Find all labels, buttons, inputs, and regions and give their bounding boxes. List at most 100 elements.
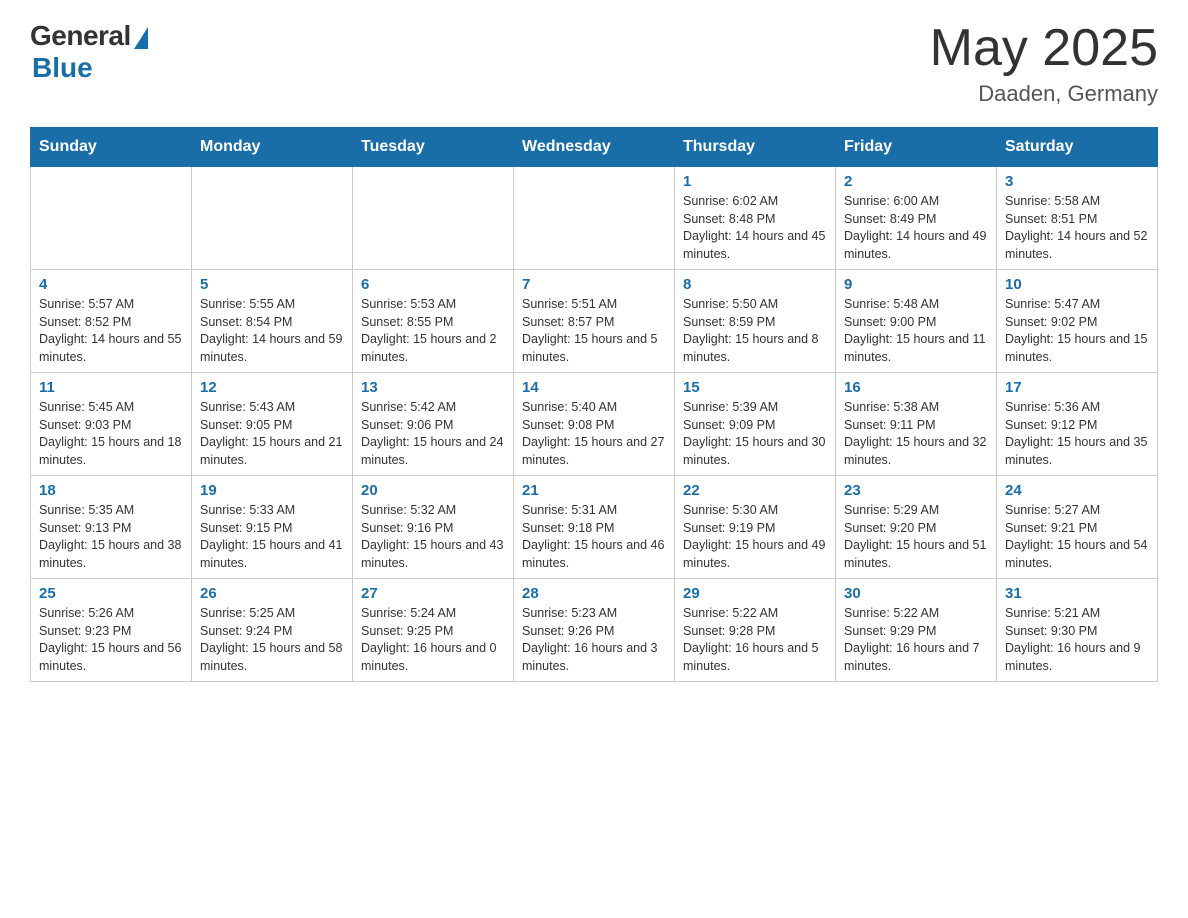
calendar-cell: 30 Sunrise: 5:22 AM Sunset: 9:29 PM Dayli… <box>836 579 997 682</box>
day-info: Sunrise: 5:25 AM Sunset: 9:24 PM Dayligh… <box>200 605 344 675</box>
day-number: 24 <box>1005 482 1149 499</box>
calendar-cell: 27Sunrise: 5:24 AM Sunset: 9:25 PM Dayli… <box>353 579 514 682</box>
day-info: Sunrise: 5:27 AM Sunset: 9:21 PM Dayligh… <box>1005 502 1149 572</box>
week-row-5: 25Sunrise: 5:26 AM Sunset: 9:23 PM Dayli… <box>31 579 1158 682</box>
calendar-cell: 2Sunrise: 6:00 AM Sunset: 8:49 PM Daylig… <box>836 167 997 270</box>
day-info: Sunrise: 5:45 AM Sunset: 9:03 PM Dayligh… <box>39 399 183 469</box>
calendar-cell: 13Sunrise: 5:42 AM Sunset: 9:06 PM Dayli… <box>353 373 514 476</box>
calendar-table: SundayMondayTuesdayWednesdayThursdayFrid… <box>30 127 1158 682</box>
day-info: Sunrise: 5:22 AM Sunset: 9:29 PM Dayligh… <box>844 605 988 675</box>
calendar-cell: 18 Sunrise: 5:35 AM Sunset: 9:13 PM Dayli… <box>31 476 192 579</box>
logo: General Blue <box>30 20 148 84</box>
calendar-header-sunday: Sunday <box>31 128 192 167</box>
day-info: Sunrise: 5:39 AM Sunset: 9:09 PM Dayligh… <box>683 399 827 469</box>
day-number: 28 <box>522 585 666 602</box>
week-row-2: 4Sunrise: 5:57 AM Sunset: 8:52 PM Daylig… <box>31 270 1158 373</box>
day-number: 17 <box>1005 379 1149 396</box>
calendar-cell: 11 Sunrise: 5:45 AM Sunset: 9:03 PM Dayli… <box>31 373 192 476</box>
calendar-cell: 17 Sunrise: 5:36 AM Sunset: 9:12 PM Dayli… <box>997 373 1158 476</box>
day-number: 31 <box>1005 585 1149 602</box>
calendar-cell: 25Sunrise: 5:26 AM Sunset: 9:23 PM Dayli… <box>31 579 192 682</box>
day-number: 19 <box>200 482 344 499</box>
day-number: 23 <box>844 482 988 499</box>
calendar-cell: 21 Sunrise: 5:31 AM Sunset: 9:18 PM Dayli… <box>514 476 675 579</box>
day-info: Sunrise: 5:26 AM Sunset: 9:23 PM Dayligh… <box>39 605 183 675</box>
calendar-cell <box>514 167 675 270</box>
day-number: 8 <box>683 276 827 293</box>
day-number: 30 <box>844 585 988 602</box>
logo-triangle-icon <box>134 27 148 49</box>
calendar-cell <box>353 167 514 270</box>
day-number: 22 <box>683 482 827 499</box>
day-info: Sunrise: 6:02 AM Sunset: 8:48 PM Dayligh… <box>683 193 827 263</box>
day-info: Sunrise: 5:23 AM Sunset: 9:26 PM Dayligh… <box>522 605 666 675</box>
day-info: Sunrise: 5:55 AM Sunset: 8:54 PM Dayligh… <box>200 296 344 366</box>
week-row-4: 18 Sunrise: 5:35 AM Sunset: 9:13 PM Dayli… <box>31 476 1158 579</box>
day-info: Sunrise: 5:31 AM Sunset: 9:18 PM Dayligh… <box>522 502 666 572</box>
day-number: 7 <box>522 276 666 293</box>
day-info: Sunrise: 5:29 AM Sunset: 9:20 PM Dayligh… <box>844 502 988 572</box>
day-info: Sunrise: 5:57 AM Sunset: 8:52 PM Dayligh… <box>39 296 183 366</box>
day-info: Sunrise: 5:35 AM Sunset: 9:13 PM Dayligh… <box>39 502 183 572</box>
calendar-cell: 29Sunrise: 5:22 AM Sunset: 9:28 PM Dayli… <box>675 579 836 682</box>
calendar-cell: 16Sunrise: 5:38 AM Sunset: 9:11 PM Dayli… <box>836 373 997 476</box>
day-number: 10 <box>1005 276 1149 293</box>
calendar-header-wednesday: Wednesday <box>514 128 675 167</box>
day-info: Sunrise: 6:00 AM Sunset: 8:49 PM Dayligh… <box>844 193 988 263</box>
day-number: 5 <box>200 276 344 293</box>
calendar-header-tuesday: Tuesday <box>353 128 514 167</box>
day-number: 27 <box>361 585 505 602</box>
day-info: Sunrise: 5:36 AM Sunset: 9:12 PM Dayligh… <box>1005 399 1149 469</box>
page-header: General Blue May 2025 Daaden, Germany <box>30 20 1158 107</box>
calendar-cell: 8 Sunrise: 5:50 AM Sunset: 8:59 PM Daylig… <box>675 270 836 373</box>
day-info: Sunrise: 5:47 AM Sunset: 9:02 PM Dayligh… <box>1005 296 1149 366</box>
day-number: 11 <box>39 379 183 396</box>
calendar-header-thursday: Thursday <box>675 128 836 167</box>
day-info: Sunrise: 5:50 AM Sunset: 8:59 PM Dayligh… <box>683 296 827 366</box>
calendar-cell: 7 Sunrise: 5:51 AM Sunset: 8:57 PM Daylig… <box>514 270 675 373</box>
calendar-cell: 12Sunrise: 5:43 AM Sunset: 9:05 PM Dayli… <box>192 373 353 476</box>
calendar-cell: 23 Sunrise: 5:29 AM Sunset: 9:20 PM Dayli… <box>836 476 997 579</box>
day-number: 12 <box>200 379 344 396</box>
calendar-cell: 14 Sunrise: 5:40 AM Sunset: 9:08 PM Dayli… <box>514 373 675 476</box>
day-info: Sunrise: 5:30 AM Sunset: 9:19 PM Dayligh… <box>683 502 827 572</box>
calendar-cell: 1 Sunrise: 6:02 AM Sunset: 8:48 PM Daylig… <box>675 167 836 270</box>
logo-general-text: General <box>30 20 131 52</box>
calendar-header-friday: Friday <box>836 128 997 167</box>
calendar-cell: 24 Sunrise: 5:27 AM Sunset: 9:21 PM Dayli… <box>997 476 1158 579</box>
logo-blue-text: Blue <box>32 52 93 84</box>
day-number: 3 <box>1005 173 1149 190</box>
day-number: 29 <box>683 585 827 602</box>
calendar-cell: 4Sunrise: 5:57 AM Sunset: 8:52 PM Daylig… <box>31 270 192 373</box>
day-number: 18 <box>39 482 183 499</box>
calendar-cell: 28 Sunrise: 5:23 AM Sunset: 9:26 PM Dayli… <box>514 579 675 682</box>
calendar-cell: 20Sunrise: 5:32 AM Sunset: 9:16 PM Dayli… <box>353 476 514 579</box>
day-number: 9 <box>844 276 988 293</box>
calendar-cell: 5 Sunrise: 5:55 AM Sunset: 8:54 PM Daylig… <box>192 270 353 373</box>
day-info: Sunrise: 5:42 AM Sunset: 9:06 PM Dayligh… <box>361 399 505 469</box>
day-info: Sunrise: 5:40 AM Sunset: 9:08 PM Dayligh… <box>522 399 666 469</box>
day-number: 15 <box>683 379 827 396</box>
day-number: 21 <box>522 482 666 499</box>
location-subtitle: Daaden, Germany <box>930 81 1158 107</box>
week-row-1: 1 Sunrise: 6:02 AM Sunset: 8:48 PM Daylig… <box>31 167 1158 270</box>
calendar-cell: 22 Sunrise: 5:30 AM Sunset: 9:19 PM Dayli… <box>675 476 836 579</box>
day-number: 14 <box>522 379 666 396</box>
calendar-cell: 6Sunrise: 5:53 AM Sunset: 8:55 PM Daylig… <box>353 270 514 373</box>
calendar-cell: 3 Sunrise: 5:58 AM Sunset: 8:51 PM Daylig… <box>997 167 1158 270</box>
calendar-cell <box>31 167 192 270</box>
calendar-header-saturday: Saturday <box>997 128 1158 167</box>
day-number: 16 <box>844 379 988 396</box>
calendar-cell: 10 Sunrise: 5:47 AM Sunset: 9:02 PM Dayli… <box>997 270 1158 373</box>
day-info: Sunrise: 5:21 AM Sunset: 9:30 PM Dayligh… <box>1005 605 1149 675</box>
month-year-title: May 2025 <box>930 20 1158 77</box>
calendar-cell: 19Sunrise: 5:33 AM Sunset: 9:15 PM Dayli… <box>192 476 353 579</box>
calendar-cell: 15 Sunrise: 5:39 AM Sunset: 9:09 PM Dayli… <box>675 373 836 476</box>
day-number: 1 <box>683 173 827 190</box>
day-info: Sunrise: 5:51 AM Sunset: 8:57 PM Dayligh… <box>522 296 666 366</box>
day-info: Sunrise: 5:48 AM Sunset: 9:00 PM Dayligh… <box>844 296 988 366</box>
title-block: May 2025 Daaden, Germany <box>930 20 1158 107</box>
day-info: Sunrise: 5:53 AM Sunset: 8:55 PM Dayligh… <box>361 296 505 366</box>
week-row-3: 11 Sunrise: 5:45 AM Sunset: 9:03 PM Dayli… <box>31 373 1158 476</box>
day-info: Sunrise: 5:58 AM Sunset: 8:51 PM Dayligh… <box>1005 193 1149 263</box>
